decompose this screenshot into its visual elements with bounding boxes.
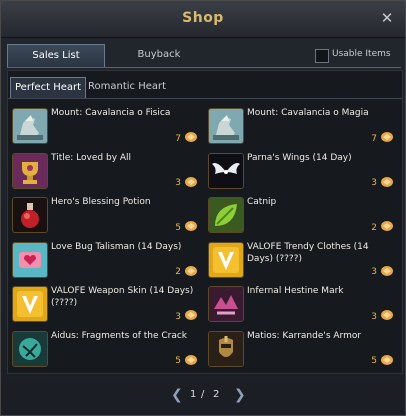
item-name: Hero's Blessing Potion	[51, 197, 151, 207]
item-price: 7	[175, 131, 198, 144]
heart-currency-icon	[380, 354, 394, 369]
valofe-v-icon	[208, 241, 244, 278]
price-value: 3	[371, 267, 377, 277]
item-price: 3	[371, 309, 394, 322]
item-price: 3	[371, 265, 394, 278]
item-name: Catnip	[247, 197, 277, 207]
shop-item[interactable]: VALOFE Trendy Clothes (14 Days) (????) 3	[206, 240, 400, 283]
shop-item[interactable]: Hero's Blessing Potion 5	[10, 195, 204, 238]
armor-icon	[208, 330, 244, 367]
usable-items-toggle[interactable]: Usable Items	[315, 48, 397, 64]
leaf-icon	[208, 197, 244, 233]
price-value: 2	[175, 267, 181, 277]
tab-divider	[7, 67, 401, 68]
shop-item[interactable]: VALOFE Weapon Skin (14 Days) (????) 3	[10, 284, 204, 327]
shop-window: Shop ✕ Sales List Buyback Usable Items P…	[0, 0, 406, 416]
close-icon[interactable]: ✕	[379, 10, 395, 26]
item-name: Parna's Wings (14 Day)	[247, 152, 352, 163]
heart-currency-icon	[380, 176, 394, 191]
price-value: 5	[175, 356, 181, 366]
horse-mount-icon	[12, 108, 48, 144]
shop-item[interactable]: Catnip 2	[206, 195, 400, 238]
item-name: VALOFE Trendy Clothes (14 Days) (????)	[247, 241, 369, 264]
item-price: 5	[175, 354, 198, 367]
page-separator: /	[201, 389, 205, 400]
item-price: 3	[175, 176, 198, 189]
prev-page-icon[interactable]: ❮	[171, 387, 183, 403]
category-tabs: Perfect Heart Romantic Heart	[8, 77, 402, 99]
title-bar: Shop ✕	[1, 1, 405, 38]
item-price: 2	[371, 220, 394, 233]
price-value: 3	[175, 178, 181, 188]
item-name: VALOFE Weapon Skin (14 Days) (????)	[51, 286, 194, 308]
price-value: 7	[371, 133, 377, 144]
shop-item[interactable]: Aidus: Fragments of the Crack 5	[10, 329, 204, 372]
item-name: Mount: Cavalancia o Magia	[247, 108, 369, 118]
shop-item[interactable]: Mount: Cavalancia o Fisica 7	[10, 106, 204, 149]
window-title: Shop	[182, 10, 224, 26]
item-price: 3	[175, 309, 198, 322]
price-value: 3	[175, 311, 181, 322]
subtab-divider	[8, 98, 402, 99]
shop-item[interactable]: Infernal Hestine Mark 3	[206, 284, 400, 327]
price-value: 2	[371, 222, 377, 233]
heart-currency-icon	[380, 131, 394, 146]
price-value: 5	[175, 222, 181, 233]
heart-currency-icon	[184, 309, 198, 324]
tab-perfect-heart[interactable]: Perfect Heart	[10, 77, 87, 99]
price-value: 3	[371, 178, 377, 188]
heart-currency-icon	[184, 176, 198, 191]
price-value: 7	[175, 133, 181, 144]
item-price: 2	[175, 265, 198, 278]
heart-currency-icon	[380, 309, 394, 324]
item-name: Infernal Hestine Mark	[247, 286, 344, 296]
heart-currency-icon	[184, 131, 198, 146]
heart-currency-icon	[380, 265, 394, 280]
item-name: Title: Loved by All	[51, 152, 132, 163]
shop-item[interactable]: Parna's Wings (14 Day) 3	[206, 151, 400, 194]
page-current: 1	[190, 389, 197, 400]
item-price: 7	[371, 131, 394, 144]
tab-sales-list[interactable]: Sales List	[7, 44, 105, 67]
hestine-mark-icon	[208, 286, 244, 322]
heart-currency-icon	[184, 354, 198, 369]
trophy-icon	[12, 152, 48, 189]
item-name: Aidus: Fragments of the Crack	[51, 330, 188, 341]
item-price: 5	[175, 220, 198, 233]
item-name: Love Bug Talisman (14 Days)	[51, 241, 182, 252]
shop-item[interactable]: Matios: Karrande's Armor 5	[206, 329, 400, 372]
page-total: 2	[213, 389, 220, 400]
pagination: ❮ 1 / 2 ❯	[1, 387, 405, 405]
item-price: 5	[371, 354, 394, 367]
heart-currency-icon	[184, 265, 198, 280]
item-name: Matios: Karrande's Armor	[247, 330, 362, 341]
shop-item[interactable]: Title: Loved by All 3	[10, 151, 204, 194]
love-bug-icon	[12, 241, 48, 278]
usable-items-label: Usable Items	[332, 49, 391, 59]
item-price: 3	[371, 176, 394, 189]
item-list-panel: Perfect Heart Romantic Heart Mount: Cava…	[7, 70, 403, 374]
potion-icon	[12, 197, 48, 233]
tab-romantic-heart[interactable]: Romantic Heart	[84, 77, 170, 97]
next-page-icon[interactable]: ❯	[234, 387, 246, 403]
shop-item[interactable]: Mount: Cavalancia o Magia 7	[206, 106, 400, 149]
price-value: 5	[371, 356, 377, 366]
valofe-v-icon	[12, 286, 48, 322]
wings-icon	[208, 152, 244, 189]
usable-items-checkbox[interactable]	[315, 49, 329, 63]
shop-item[interactable]: Love Bug Talisman (14 Days) 2	[10, 240, 204, 283]
horse-mount-icon	[208, 108, 244, 144]
heart-currency-icon	[184, 220, 198, 235]
item-name: Mount: Cavalancia o Fisica	[51, 108, 171, 118]
orb-fragment-icon	[12, 330, 48, 367]
price-value: 3	[371, 311, 377, 322]
heart-currency-icon	[380, 220, 394, 235]
tab-buyback[interactable]: Buyback	[111, 44, 207, 66]
